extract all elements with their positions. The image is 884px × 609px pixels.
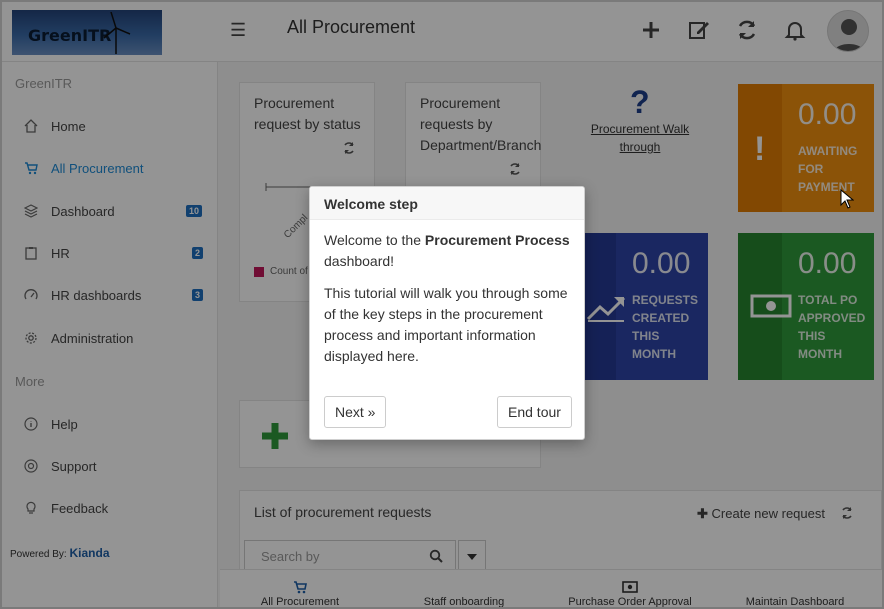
tour-header: Welcome step bbox=[310, 187, 584, 220]
tour-intro-bold: Procurement Process bbox=[424, 232, 570, 248]
tour-intro: Welcome to the Procurement Process dashb… bbox=[324, 230, 576, 272]
tour-title: Welcome step bbox=[324, 196, 418, 212]
tour-intro-pre: Welcome to the bbox=[324, 232, 425, 248]
tour-popover: Welcome step Welcome to the Procurement … bbox=[309, 186, 585, 440]
tour-next-button[interactable]: Next » bbox=[324, 396, 387, 428]
tour-body: Welcome to the Procurement Process dashb… bbox=[324, 230, 576, 378]
tour-intro-post: dashboard! bbox=[324, 253, 395, 269]
mouse-cursor-icon bbox=[840, 189, 854, 209]
tour-end-button[interactable]: End tour bbox=[497, 396, 572, 428]
tour-description: This tutorial will walk you through some… bbox=[324, 285, 568, 364]
app-window: GreenITR ☰ All Procurement GreenITR Home… bbox=[0, 0, 884, 609]
